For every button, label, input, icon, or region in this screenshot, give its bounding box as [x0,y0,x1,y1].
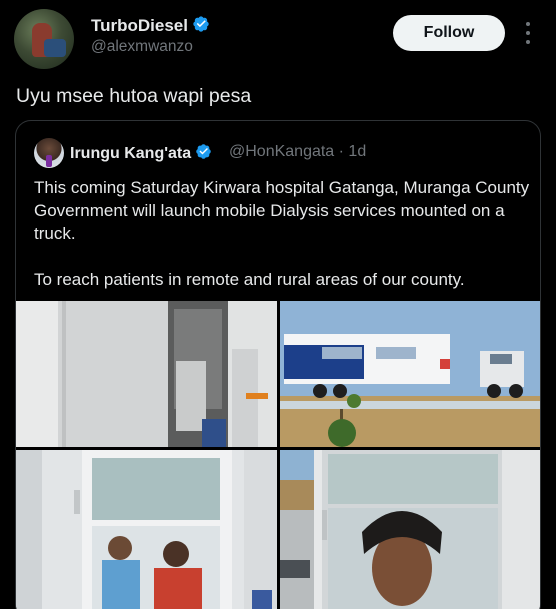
more-vertical-icon[interactable] [521,22,535,44]
author-handle[interactable]: @alexmwanzo [91,38,193,56]
author-name[interactable]: TurboDiesel [91,16,188,35]
follow-button[interactable]: Follow [393,15,505,51]
quoted-tweet-text: This coming Saturday Kirwara hospital Ga… [34,176,534,291]
quoted-author-handle-time[interactable]: @HonKangata · 1d [229,143,366,161]
interior-doorway-photo[interactable] [16,301,277,447]
dialysis-truck-photo[interactable] [280,301,540,447]
quoted-paragraph: This coming Saturday Kirwara hospital Ga… [34,178,530,243]
quoted-author-name[interactable]: Irungu Kang'ata [70,145,191,162]
interior-door-portrait-photo[interactable] [280,450,540,609]
quoted-author-avatar[interactable] [34,138,64,168]
quoted-author-name-row[interactable]: Irungu Kang'ata [70,143,212,163]
author-name-row[interactable]: TurboDiesel [91,15,210,36]
post-text: Uyu msee hutoa wapi pesa [16,85,252,107]
author-avatar[interactable] [14,9,74,69]
media-grid [16,301,540,609]
quoted-paragraph: To reach patients in remote and rural ar… [34,270,465,289]
quoted-tweet[interactable]: Irungu Kang'ata @HonKangata · 1d This co… [15,120,541,609]
glass-door-poster-photo[interactable] [16,450,277,609]
verified-badge-icon [196,144,211,159]
verified-badge-icon [193,16,209,32]
